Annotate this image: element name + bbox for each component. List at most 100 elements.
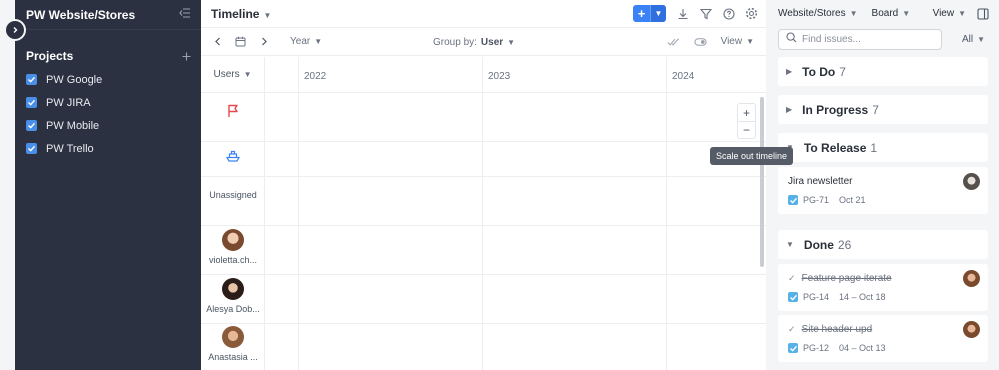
chevron-left-icon[interactable] (211, 35, 224, 48)
board-select-label: Board (871, 7, 899, 19)
timeline-lane-row (201, 226, 766, 275)
period-select[interactable]: Year ▼ (290, 36, 322, 47)
project-item-pw-jira[interactable]: PW JIRA (15, 91, 201, 114)
checkbox-icon[interactable] (26, 120, 37, 131)
zoom-out-button[interactable]: − (738, 121, 755, 138)
left-gutter (0, 0, 15, 370)
project-select[interactable]: Website/Stores ▼ (778, 8, 858, 19)
period-navigation (211, 35, 270, 48)
view-select[interactable]: View ▼ (721, 36, 754, 47)
timeline-lane-row (201, 93, 766, 142)
project-item-pw-google[interactable]: PW Google (15, 68, 201, 91)
gear-icon[interactable] (745, 7, 758, 20)
chevron-down-icon: ▼ (958, 9, 966, 18)
task-type-icon (788, 292, 798, 302)
board-view-label: View (932, 8, 955, 19)
chevron-down-icon: ▼ (263, 10, 272, 20)
issue-title: Site header upd (801, 324, 873, 335)
users-header[interactable]: Users ▼ (201, 57, 264, 93)
group-in-progress[interactable]: ▶ In Progress 7 (778, 95, 988, 124)
user-name: Anastasia ... (208, 352, 258, 362)
board-view-select[interactable]: View ▼ (933, 8, 966, 19)
group-title: To Do (802, 64, 836, 79)
group-title: To Release (803, 140, 867, 155)
issue-title: Jira newsletter (788, 176, 853, 187)
project-item-pw-trello[interactable]: PW Trello (15, 137, 201, 160)
download-icon[interactable] (676, 7, 689, 20)
search-row: All▼ (766, 26, 999, 52)
issue-key: PG-14 (803, 292, 830, 302)
board-header: Website/Stores ▼ Board ▼ View ▼ (766, 0, 999, 26)
issue-date: 04 – Oct 13 (839, 343, 886, 353)
issue-card[interactable]: ✓ Site header upd PG-12 04 – Oct 13 (778, 315, 988, 362)
avatar (222, 229, 244, 251)
year-label: 2022 (304, 71, 327, 82)
board-header-right: View ▼ (933, 7, 989, 20)
issue-meta: PG-71 Oct 21 (788, 195, 978, 205)
group-by-label: Group by: (433, 37, 477, 48)
board-select[interactable]: Board ▼ (872, 8, 911, 19)
sidebar: PW Website/Stores Projects PW Google PW … (15, 0, 201, 370)
checkbox-icon[interactable] (26, 74, 37, 85)
search-input[interactable] (802, 33, 932, 45)
group-to-release[interactable]: ▼ To Release 1 (778, 133, 988, 162)
group-todo[interactable]: ▶ To Do 7 (778, 57, 988, 86)
zoom-tooltip: Scale out timeline (710, 147, 794, 165)
issue-meta: PG-14 14 – Oct 18 (788, 292, 978, 302)
checkbox-icon[interactable] (26, 97, 37, 108)
project-list: PW Google PW JIRA PW Mobile PW Trello (15, 68, 201, 160)
create-button[interactable]: + (633, 5, 650, 22)
unassigned-label: Unassigned (209, 190, 257, 200)
chevron-down-icon: ▼ (786, 240, 794, 249)
period-value: Year (290, 36, 311, 47)
zoom-in-button[interactable]: + (738, 104, 755, 121)
chevron-down-icon: ▼ (314, 37, 323, 46)
project-item-pw-mobile[interactable]: PW Mobile (15, 114, 201, 137)
chevron-right-icon (13, 27, 18, 33)
timeline-title: Timeline (211, 6, 260, 21)
user-name: Alesya Dob... (206, 304, 260, 314)
avatar (963, 321, 980, 338)
panel-toggle-icon[interactable] (976, 7, 989, 20)
create-options-button[interactable]: ▼ (650, 5, 666, 22)
timeline-lane-row (201, 177, 766, 226)
help-icon[interactable] (722, 7, 735, 20)
workspace-title: PW Website/Stores (26, 7, 136, 22)
check-icon: ✓ (788, 324, 796, 334)
chevron-down-icon: ▼ (849, 8, 858, 18)
collapse-sidebar-icon[interactable] (179, 8, 191, 21)
checkbox-icon[interactable] (26, 143, 37, 154)
expand-sidebar-button[interactable] (6, 21, 24, 39)
year-label: 2023 (488, 71, 511, 82)
group-done[interactable]: ▼ Done 26 (778, 230, 988, 259)
chevron-down-icon: ▼ (243, 70, 252, 79)
group-count: 26 (837, 237, 852, 252)
filter-icon[interactable] (699, 7, 712, 20)
board-panel: Website/Stores▼ Board▼ View▼ All▼ ▶ To D… (766, 0, 999, 370)
timeline-panel: Timeline ▼ + ▼ Year ▼ Group by: User ▼ View ▼ (201, 0, 794, 370)
vertical-scrollbar[interactable] (760, 97, 764, 267)
lane-user: violetta.ch... (201, 229, 265, 265)
task-type-icon (788, 195, 798, 205)
group-by-select[interactable]: Group by: User ▼ (433, 37, 515, 48)
add-project-icon[interactable] (182, 48, 191, 64)
toggle-icon[interactable] (693, 35, 707, 48)
issue-card[interactable]: Jira newsletter PG-71 Oct 21 (778, 167, 988, 214)
issue-title-row: ✓ Feature page iterate (788, 273, 978, 284)
calendar-icon[interactable] (234, 35, 247, 48)
project-label: PW Trello (46, 142, 94, 155)
issue-filter-label: All (962, 33, 974, 45)
avatar (222, 326, 244, 348)
chevron-right-icon[interactable] (257, 35, 270, 48)
issue-filter-select[interactable]: All ▼ (962, 34, 985, 45)
flag-icon (226, 104, 240, 120)
chevron-down-icon: ▼ (507, 38, 516, 47)
double-check-icon[interactable] (667, 35, 680, 48)
group-count: 7 (872, 102, 879, 117)
avatar (963, 173, 980, 190)
timeline-lane-row (201, 275, 766, 324)
timeline-toolbar: Year ▼ Group by: User ▼ View ▼ (201, 28, 766, 56)
timeline-title-dropdown[interactable]: Timeline ▼ (211, 7, 271, 21)
chevron-down-icon: ▼ (746, 37, 754, 46)
issue-card[interactable]: ✓ Feature page iterate PG-14 14 – Oct 18 (778, 264, 988, 311)
